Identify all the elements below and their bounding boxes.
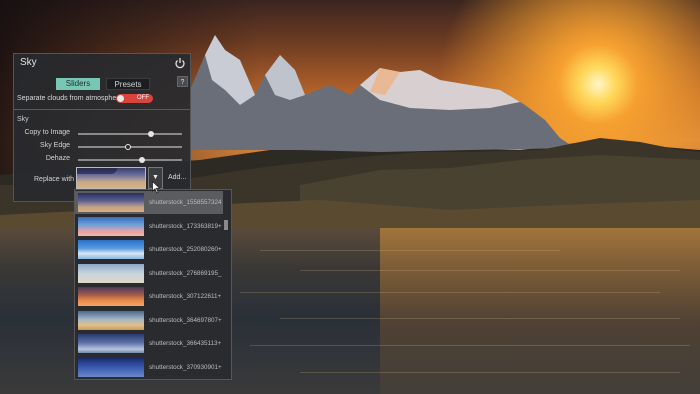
- sky-list-item-label: shutterstock_173363819+: [149, 222, 222, 230]
- sky-list-item-label: shutterstock_307122611+: [149, 293, 222, 300]
- sky-thumbnail: [78, 310, 144, 330]
- slider-label-copy-to-image: Copy to Image: [24, 129, 70, 136]
- sky-list-item-label: shutterstock_364697807+: [149, 316, 222, 324]
- divider: [14, 109, 190, 110]
- sky-list-item[interactable]: shutterstock_276869195_: [75, 262, 223, 285]
- sky-thumbnail: [78, 193, 144, 212]
- panel-header: Sky: [14, 54, 190, 72]
- panel-title: Sky: [20, 57, 37, 68]
- sky-list-item-label: shutterstock_370930901+: [149, 363, 222, 371]
- sky-thumbnail: [78, 216, 144, 236]
- slider-thumb[interactable]: [147, 131, 154, 137]
- sky-panel: Sky Sliders Presets ? Separate clouds fr…: [13, 53, 191, 202]
- section-label-sky: Sky: [17, 116, 29, 123]
- sky-thumbnail: [78, 287, 144, 306]
- list-scrollbar[interactable]: [224, 220, 228, 230]
- power-icon[interactable]: [174, 57, 186, 69]
- sky-list-item-label: shutterstock_366435113+: [149, 340, 222, 347]
- separate-clouds-toggle[interactable]: OFF: [116, 94, 153, 103]
- separate-clouds-label: Separate clouds from atmosphere: [17, 95, 123, 102]
- slider-label-dehaze: Dehaze: [45, 155, 70, 162]
- tab-presets[interactable]: Presets: [106, 78, 150, 90]
- mouse-cursor-icon: [152, 181, 161, 194]
- sky-list-item[interactable]: shutterstock_173363819+: [75, 215, 223, 238]
- slider-sky-edge[interactable]: [78, 144, 182, 150]
- sky-list-item[interactable]: shutterstock_370930901+: [75, 356, 223, 379]
- slider-copy-to-image[interactable]: [78, 131, 182, 137]
- toggle-knob: [117, 95, 124, 102]
- slider-thumb[interactable]: [139, 157, 146, 163]
- sky-thumbnail: [78, 334, 144, 353]
- chevron-down-icon: ▼: [152, 174, 159, 181]
- help-button[interactable]: ?: [177, 76, 188, 87]
- sky-list-item-label: shutterstock_276869195_: [149, 269, 222, 277]
- sky-thumbnail: [78, 357, 144, 377]
- tab-sliders[interactable]: Sliders: [56, 78, 100, 90]
- sky-thumbnail: [78, 240, 144, 259]
- replace-with-label: Replace with: [34, 176, 75, 183]
- slider-dehaze[interactable]: [78, 157, 182, 163]
- slider-label-sky-edge: Sky Edge: [40, 142, 70, 149]
- sky-list-item[interactable]: shutterstock_366435113+: [75, 332, 223, 355]
- sky-list-item[interactable]: shutterstock_252080260+: [75, 238, 223, 261]
- sky-list-item-label: shutterstock_1558557324: [149, 199, 222, 206]
- toggle-state: OFF: [137, 95, 149, 101]
- selected-sky-preview[interactable]: [76, 167, 146, 189]
- sky-list: shutterstock_1558557324 shutterstock_1733…: [74, 189, 232, 380]
- slider-thumb[interactable]: [124, 144, 131, 150]
- sky-list-item[interactable]: shutterstock_307122611+: [75, 285, 223, 308]
- sky-list-item[interactable]: shutterstock_364697807+: [75, 309, 223, 332]
- sky-list-item-label: shutterstock_252080260+: [149, 246, 222, 253]
- sky-thumbnail: [78, 263, 144, 283]
- sky-list-item[interactable]: shutterstock_1558557324: [75, 191, 223, 214]
- add-sky-button[interactable]: Add...: [168, 174, 186, 181]
